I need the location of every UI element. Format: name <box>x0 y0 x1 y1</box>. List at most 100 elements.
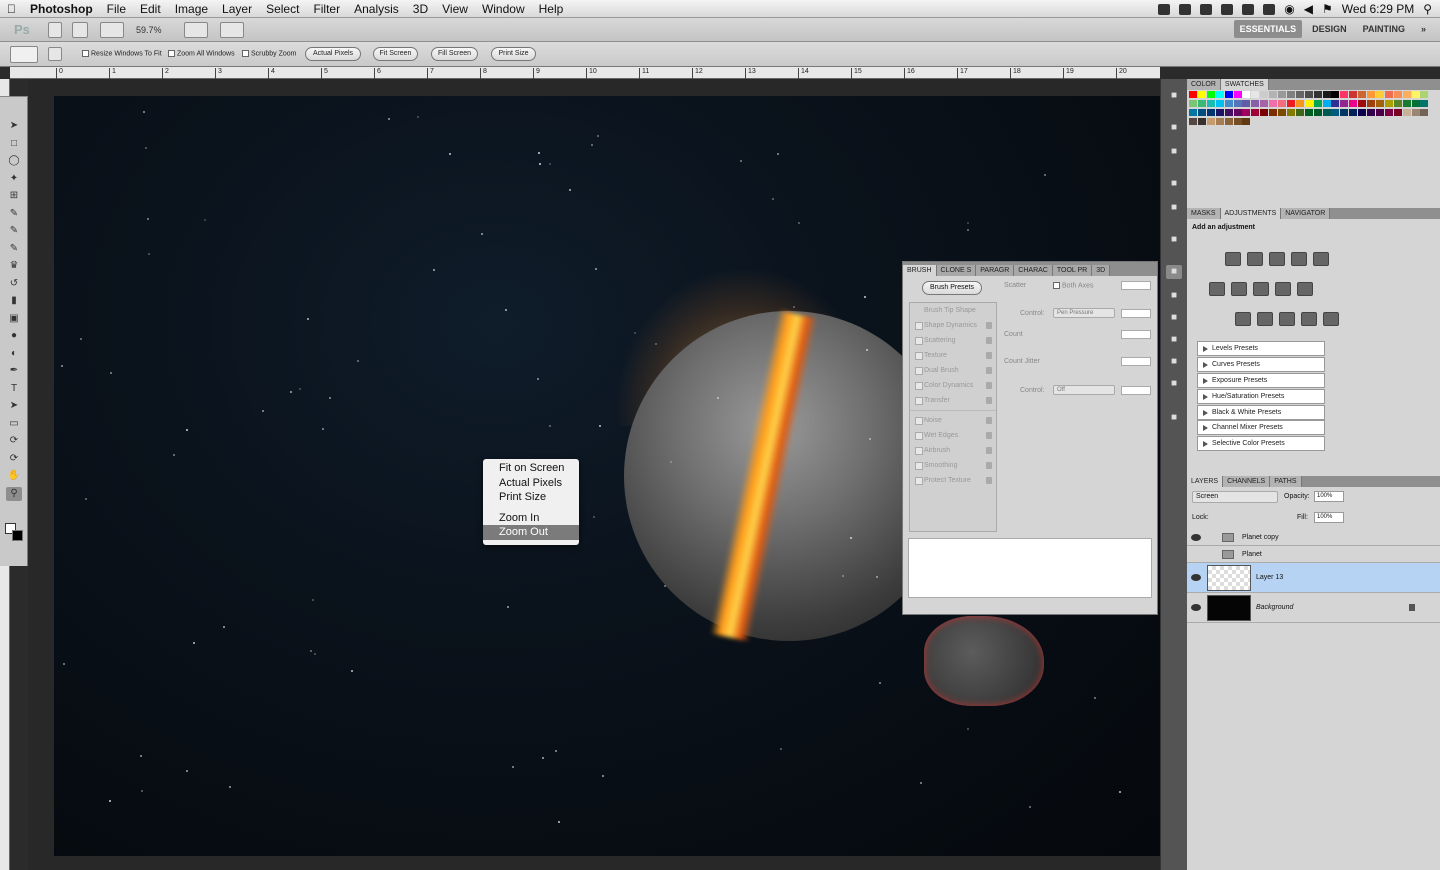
brush-tool-icon[interactable]: ✎ <box>6 242 22 256</box>
menu-layer[interactable]: Layer <box>215 2 259 16</box>
color-swatch[interactable] <box>1322 100 1331 107</box>
color-swatch[interactable] <box>1340 100 1349 107</box>
photo-filter-icon[interactable] <box>1275 282 1291 296</box>
color-swatch[interactable] <box>1375 109 1384 116</box>
color-swatch[interactable] <box>1322 91 1331 98</box>
color-swatch[interactable] <box>1313 100 1322 107</box>
volume-icon[interactable]: ◀ <box>1304 2 1313 16</box>
color-swatch[interactable] <box>1233 109 1242 116</box>
color-swatch[interactable] <box>1251 100 1260 107</box>
more-workspaces-icon[interactable]: » <box>1415 22 1432 36</box>
quick-selection-tool-icon[interactable]: ✦ <box>6 172 22 186</box>
color-swatch[interactable] <box>1224 91 1233 98</box>
color-swatch[interactable] <box>1402 109 1411 116</box>
tab-masks[interactable]: MASKS <box>1187 208 1221 219</box>
marquee-tool-icon[interactable]: □ <box>6 137 22 151</box>
color-swatch[interactable] <box>1206 100 1215 107</box>
color-swatch[interactable] <box>1197 118 1206 125</box>
fill-screen-button[interactable]: Fill Screen <box>431 47 478 61</box>
fit-screen-button[interactable]: Fit Screen <box>373 47 418 61</box>
zoom-tool-icon[interactable]: ⚲ <box>6 486 22 501</box>
spotlight-icon[interactable]: ⚲ <box>1423 2 1432 16</box>
color-swatch[interactable] <box>1420 109 1429 116</box>
color-swatch[interactable] <box>1189 100 1197 107</box>
color-swatch[interactable] <box>1402 91 1411 98</box>
move-tool-icon[interactable]: ➤ <box>6 119 22 133</box>
tab-character[interactable]: CHARAC <box>1014 265 1053 276</box>
color-swatch[interactable] <box>1402 100 1411 107</box>
option-transfer[interactable]: Transfer <box>910 393 996 408</box>
color-swatch[interactable] <box>1331 91 1340 98</box>
spot-healing-tool-icon[interactable]: ✎ <box>6 224 22 238</box>
color-swatch[interactable] <box>1242 100 1251 107</box>
both-axes-checkbox[interactable]: Both Axes <box>1053 282 1094 289</box>
option-shape-dynamics[interactable]: Shape Dynamics <box>910 318 996 333</box>
menu-item-print-size[interactable]: Print Size <box>483 490 579 505</box>
color-swatch[interactable] <box>1340 91 1349 98</box>
layer-row-background[interactable]: Background <box>1187 593 1440 623</box>
option-smoothing[interactable]: Smoothing <box>910 458 996 473</box>
color-swatch[interactable] <box>1189 109 1197 116</box>
color-swatch[interactable] <box>1224 100 1233 107</box>
option-scattering[interactable]: Scattering <box>910 333 996 348</box>
dodge-tool-icon[interactable]: ◐ <box>6 347 22 361</box>
zoom-out-icon[interactable] <box>62 47 74 61</box>
channel-mixer-presets[interactable]: Channel Mixer Presets <box>1197 420 1325 435</box>
selective-color-presets[interactable]: Selective Color Presets <box>1197 436 1325 451</box>
wifi-icon[interactable]: ◉ <box>1284 2 1294 16</box>
menu-image[interactable]: Image <box>168 2 215 16</box>
option-color-dynamics[interactable]: Color Dynamics <box>910 378 996 393</box>
color-swatch[interactable] <box>1242 91 1251 98</box>
levels-presets[interactable]: Levels Presets <box>1197 341 1325 356</box>
channel-mixer-icon[interactable] <box>1297 282 1313 296</box>
visibility-eye-icon[interactable] <box>1191 574 1201 581</box>
color-swatch[interactable] <box>1420 91 1429 98</box>
color-swatch[interactable] <box>1358 100 1367 107</box>
color-swatch[interactable] <box>1224 118 1233 125</box>
path-selection-tool-icon[interactable]: ➤ <box>6 399 22 413</box>
color-swatch[interactable] <box>1233 91 1242 98</box>
control-select-pen-pressure[interactable]: Pen Pressure <box>1053 308 1115 318</box>
color-swatch[interactable] <box>1358 91 1367 98</box>
color-swatch[interactable] <box>1393 109 1402 116</box>
menu-help[interactable]: Help <box>532 2 571 16</box>
color-swatch[interactable] <box>1304 100 1313 107</box>
paragraph-panel-icon[interactable]: ■ <box>1166 311 1182 325</box>
zoom-in-icon[interactable] <box>48 47 62 61</box>
menu-file[interactable]: File <box>100 2 133 16</box>
jitter-control-input[interactable] <box>1121 386 1151 395</box>
menu-view[interactable]: View <box>435 2 475 16</box>
print-size-button[interactable]: Print Size <box>491 47 536 61</box>
pen-tool-icon[interactable]: ✒ <box>6 364 22 378</box>
color-swatch[interactable] <box>1358 109 1367 116</box>
color-swatch[interactable] <box>1215 91 1224 98</box>
clone-source-panel-icon[interactable]: ■ <box>1166 289 1182 303</box>
layer-row-planet[interactable]: Planet <box>1187 546 1440 563</box>
color-swatch[interactable] <box>1340 109 1349 116</box>
color-swatch[interactable] <box>1206 109 1215 116</box>
link-icon[interactable] <box>1179 3 1192 15</box>
tab-brush[interactable]: BRUSH <box>903 265 937 276</box>
workspace-design[interactable]: DESIGN <box>1306 22 1353 36</box>
color-swatch[interactable] <box>1295 100 1304 107</box>
color-swatch[interactable] <box>1367 91 1375 98</box>
zoom-tool-preset-icon[interactable] <box>10 46 38 63</box>
menu-item-zoom-in[interactable]: Zoom In <box>483 511 579 526</box>
brush-tip-shape[interactable]: Brush Tip Shape <box>910 303 996 318</box>
color-swatch[interactable] <box>1384 100 1393 107</box>
navigator-panel-icon[interactable]: ■ <box>1166 121 1182 135</box>
fill-input[interactable]: 100% <box>1314 512 1344 523</box>
color-swatch[interactable] <box>1295 109 1304 116</box>
color-swatch[interactable] <box>1251 109 1260 116</box>
option-airbrush[interactable]: Airbrush <box>910 443 996 458</box>
workspace-painting[interactable]: PAINTING <box>1357 22 1411 36</box>
tab-adjustments[interactable]: ADJUSTMENTS <box>1220 208 1282 219</box>
black-white-icon[interactable] <box>1253 282 1269 296</box>
menu-edit[interactable]: Edit <box>133 2 168 16</box>
curves-icon[interactable] <box>1269 252 1285 266</box>
color-swatch[interactable] <box>1215 109 1224 116</box>
layer-comps-panel-icon[interactable]: ■ <box>1166 377 1182 391</box>
menu-window[interactable]: Window <box>475 2 532 16</box>
color-swatch[interactable] <box>1189 91 1197 98</box>
color-swatch[interactable] <box>1393 91 1402 98</box>
